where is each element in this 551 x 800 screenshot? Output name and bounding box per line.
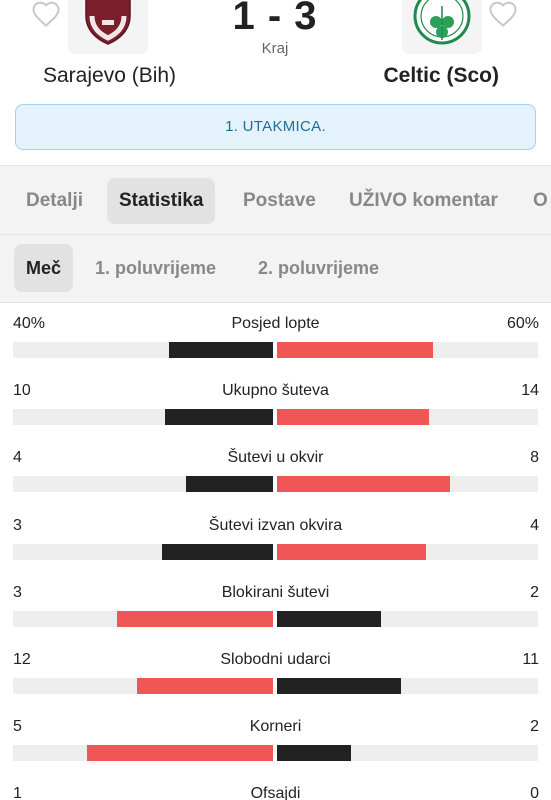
subtab-mec[interactable]: Meč [14, 244, 74, 292]
stat-away-bar [277, 610, 381, 627]
stat-row: 5 Korneri 2 [0, 706, 551, 773]
stat-home-track [13, 476, 273, 493]
stat-away-track [277, 610, 538, 627]
stat-home-value: 4 [13, 449, 22, 467]
stat-label: Posjed lopte [231, 315, 320, 332]
stat-home-value: 40% [13, 315, 46, 332]
stat-away-value: 4 [530, 516, 539, 534]
stat-row: 40% Posjed lopte 60% [0, 303, 551, 370]
stat-home-track [13, 342, 273, 358]
stat-away-value: 2 [530, 583, 539, 601]
stat-away-bar [277, 543, 426, 560]
stat-away-track [277, 342, 538, 358]
home-team-logo[interactable] [68, 0, 148, 54]
tab-uzivo-komentar[interactable]: UŽIVO komentar [349, 178, 498, 224]
stat-away-track [277, 476, 538, 493]
stat-away-value: 2 [530, 718, 539, 736]
stat-away-track [277, 678, 538, 694]
main-tabs: Detalji Statistika Postave UŽIVO komenta… [0, 165, 551, 235]
stat-home-value: 12 [13, 651, 31, 668]
match-score: 1 - 3 [232, 0, 318, 38]
subtab-second-half[interactable]: 2. poluvrijeme [258, 244, 379, 292]
stat-away-bar [277, 342, 433, 358]
stat-home-value: 3 [13, 516, 22, 534]
stat-row: 3 Šutevi izvan okvira 4 [0, 505, 551, 572]
stat-row: 10 Ukupno šuteva 14 [0, 370, 551, 437]
match-header: 1 - 3 Kraj Sarajevo (Bih) Celtic (Sco) 1… [0, 0, 551, 165]
stat-home-value: 10 [13, 382, 31, 400]
stat-home-track [13, 409, 273, 426]
stat-away-value: 0 [530, 785, 539, 800]
celtic-crest-icon [413, 0, 471, 45]
leg-info-banner: 1. UTAKMICA. [15, 104, 536, 150]
stat-label: Ukupno šuteva [222, 382, 329, 400]
stat-label: Blokirani šutevi [221, 583, 330, 601]
stat-home-bar [117, 610, 273, 627]
stat-label: Šutevi u okvir [227, 449, 324, 467]
stat-label: Ofsajdi [250, 785, 301, 800]
stat-home-track [13, 610, 273, 627]
stat-away-bar [277, 678, 402, 694]
tab-statistika[interactable]: Statistika [107, 178, 216, 224]
stat-row: 12 Slobodni udarci 11 [0, 639, 551, 706]
tab-detalji[interactable]: Detalji [26, 178, 83, 224]
stat-away-bar [277, 476, 451, 493]
fk-sarajevo-crest-icon [85, 0, 131, 45]
subtab-first-half[interactable]: 1. poluvrijeme [95, 244, 216, 292]
tab-postave[interactable]: Postave [243, 178, 316, 224]
stat-away-bar [277, 745, 352, 762]
period-tabs: Meč 1. poluvrijeme 2. poluvrijeme [0, 235, 551, 303]
stat-home-bar [164, 409, 273, 426]
stat-row: 3 Blokirani šutevi 2 [0, 572, 551, 639]
stat-home-bar [186, 476, 273, 493]
home-team-name[interactable]: Sarajevo (Bih) [43, 64, 176, 88]
stat-away-track [277, 745, 538, 762]
stat-home-bar [137, 678, 273, 694]
match-status: Kraj [261, 40, 289, 57]
away-team-name[interactable]: Celtic (Sco) [383, 64, 499, 88]
stat-home-value: 3 [13, 583, 22, 601]
stat-row: 1 Ofsajdi 0 [0, 773, 551, 800]
stat-home-value: 5 [13, 718, 22, 736]
stat-away-track [277, 543, 538, 560]
stat-home-bar [87, 745, 273, 762]
stat-home-track [13, 543, 273, 560]
stat-home-value: 1 [13, 785, 22, 800]
stat-home-track [13, 678, 273, 694]
stat-row: 4 Šutevi u okvir 8 [0, 437, 551, 504]
stat-away-value: 11 [522, 651, 539, 668]
stat-away-value: 60% [506, 315, 539, 332]
favorite-home-heart-icon[interactable] [31, 0, 61, 30]
stat-home-bar [169, 342, 273, 358]
stat-away-value: 8 [530, 449, 539, 467]
stat-away-value: 14 [521, 382, 539, 400]
stat-home-bar [161, 543, 273, 560]
stat-away-track [277, 409, 538, 426]
favorite-away-heart-icon[interactable] [488, 0, 518, 30]
stat-away-bar [277, 409, 429, 426]
stat-label: Korneri [249, 718, 302, 736]
stat-label: Slobodni udarci [220, 651, 331, 668]
stat-home-track [13, 745, 273, 762]
tab-overflow[interactable]: O [533, 178, 548, 224]
stat-label: Šutevi izvan okvira [208, 516, 343, 534]
away-team-logo[interactable] [402, 0, 482, 54]
